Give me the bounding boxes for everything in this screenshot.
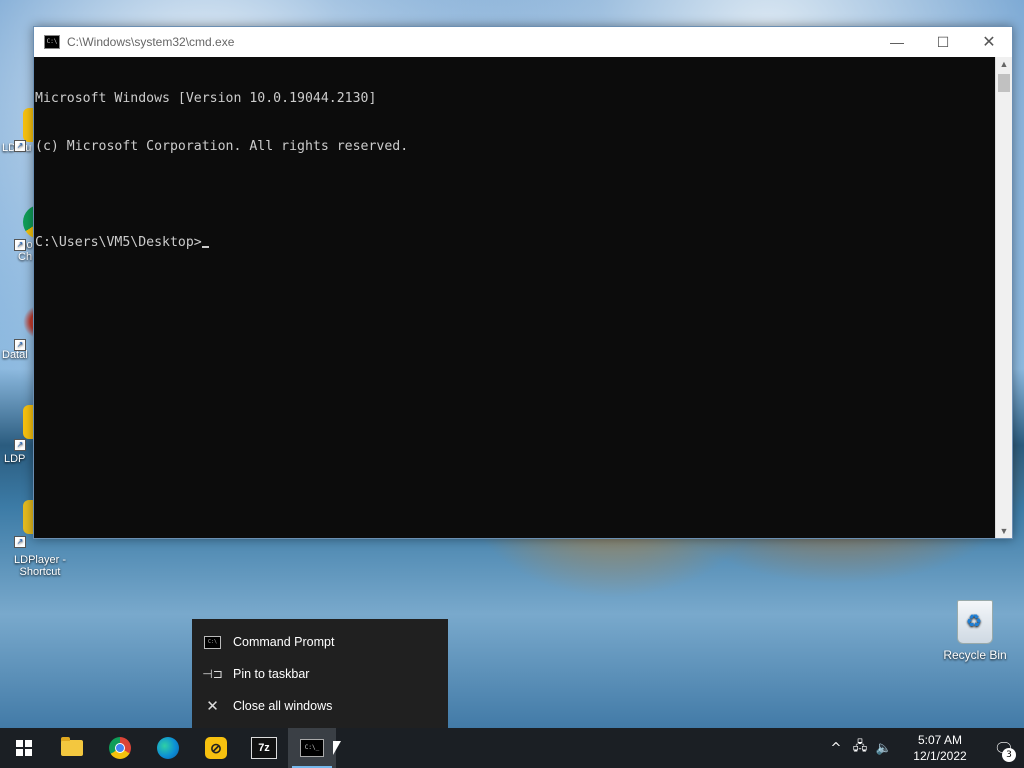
jumplist-item-close-all-windows[interactable]: ✕ Close all windows (192, 690, 448, 722)
jumplist-item-command-prompt[interactable]: C:\ Command Prompt (192, 626, 448, 658)
command-prompt-icon: C:\_ (300, 739, 324, 757)
scroll-up-arrow-icon[interactable]: ▲ (996, 57, 1012, 71)
jumplist-item-label: Command Prompt (233, 635, 335, 649)
jumplist-item-pin-to-taskbar[interactable]: ⊣⊐ Pin to taskbar (192, 658, 448, 690)
folder-icon (61, 737, 83, 756)
taskbar-chrome[interactable] (96, 728, 144, 768)
edge-icon (157, 737, 179, 759)
taskbar-ldplayer[interactable]: ⊘ (192, 728, 240, 768)
console-prompt-line[interactable]: C:\Users\VM5\Desktop> (35, 235, 995, 251)
window-controls: — ☐ ✕ (874, 27, 1012, 57)
text-cursor (201, 246, 209, 248)
taskbar-command-prompt[interactable]: C:\_ (288, 728, 336, 768)
windows-logo-icon (16, 740, 32, 756)
command-prompt-icon: C:\ (204, 635, 221, 649)
jumplist-item-label: Pin to taskbar (233, 667, 310, 681)
network-icon[interactable]: 🖧 (848, 737, 872, 759)
jumplist-item-label: Close all windows (233, 699, 333, 713)
system-tray: ^ 🖧 🔈 5:07 AM 12/1/2022 🗨 3 (824, 728, 1024, 768)
scroll-down-arrow-icon[interactable]: ▼ (996, 524, 1012, 538)
command-prompt-icon: C:\ (44, 35, 60, 49)
close-icon: ✕ (206, 698, 219, 715)
mouse-pointer-icon (333, 741, 341, 755)
chrome-icon (109, 737, 131, 759)
clock[interactable]: 5:07 AM 12/1/2022 (900, 732, 980, 764)
console-prompt: C:\Users\VM5\Desktop> (35, 235, 202, 250)
cmd-window[interactable]: C:\ C:\Windows\system32\cmd.exe — ☐ ✕ Mi… (33, 26, 1013, 539)
pin-icon: ⊣⊐ (202, 667, 223, 681)
console-output[interactable]: Microsoft Windows [Version 10.0.19044.21… (34, 57, 995, 538)
shortcut-arrow-icon: ↗ (14, 536, 26, 548)
taskbar-edge[interactable] (144, 728, 192, 768)
volume-icon[interactable]: 🔈 (872, 741, 896, 756)
recycle-bin-icon (957, 600, 993, 644)
clock-date: 12/1/2022 (913, 749, 967, 763)
shortcut-arrow-icon: ↗ (14, 239, 26, 251)
shortcut-arrow-icon: ↗ (14, 140, 26, 152)
taskbar-file-explorer[interactable] (48, 728, 96, 768)
scrollbar-thumb[interactable] (998, 74, 1010, 92)
maximize-button[interactable]: ☐ (920, 27, 966, 57)
notification-count-badge: 3 (1002, 748, 1016, 762)
window-title: C:\Windows\system32\cmd.exe (67, 35, 235, 49)
recycle-bin-label: Recycle Bin (943, 648, 1007, 662)
vertical-scrollbar[interactable]: ▲ ▼ (995, 57, 1012, 538)
console-line: Microsoft Windows [Version 10.0.19044.21… (35, 91, 377, 106)
taskbar-jumplist: C:\ Command Prompt ⊣⊐ Pin to taskbar ✕ C… (192, 619, 448, 728)
minimize-button[interactable]: — (874, 27, 920, 57)
taskbar-7zip[interactable]: 7z (240, 728, 288, 768)
close-button[interactable]: ✕ (966, 27, 1012, 57)
clock-time: 5:07 AM (917, 733, 963, 747)
start-button[interactable] (0, 728, 48, 768)
action-center-button[interactable]: 🗨 3 (984, 728, 1024, 768)
shortcut-arrow-icon: ↗ (14, 339, 26, 351)
desktop-icon-label: LDPlayer - Shortcut (14, 554, 66, 578)
7zip-icon: 7z (251, 737, 277, 759)
recycle-bin[interactable]: Recycle Bin (940, 600, 1010, 662)
shortcut-arrow-icon: ↗ (14, 439, 26, 451)
taskbar: ⊘ 7z C:\_ ^ 🖧 🔈 5:07 AM 12/1/2022 🗨 3 (0, 728, 1024, 768)
cmd-titlebar[interactable]: C:\ C:\Windows\system32\cmd.exe — ☐ ✕ (34, 27, 1012, 57)
chevron-up-icon[interactable]: ^ (824, 741, 848, 756)
ldplayer-icon: ⊘ (205, 737, 227, 759)
console-line: (c) Microsoft Corporation. All rights re… (35, 139, 409, 154)
